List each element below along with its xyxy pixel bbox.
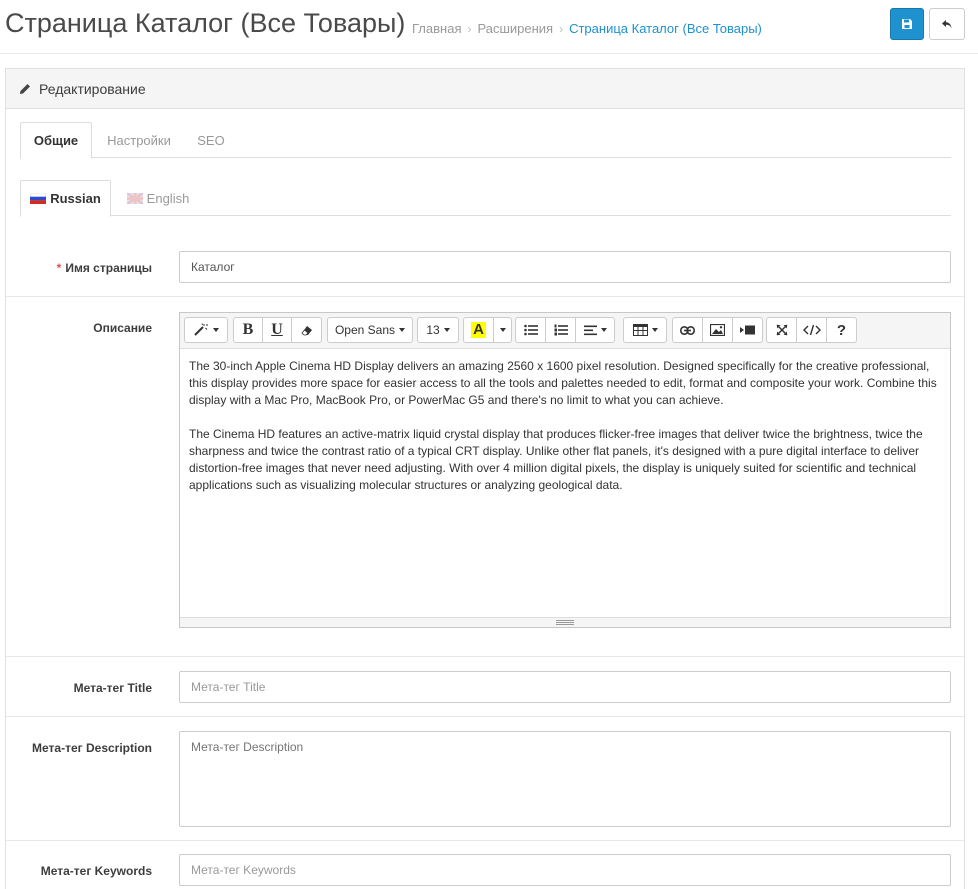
underline-icon: U <box>271 321 283 338</box>
image-icon <box>710 324 725 336</box>
font-color-dropdown[interactable] <box>493 317 512 343</box>
row-divider <box>6 296 964 297</box>
edit-panel: Редактирование Общие Настройки SEO Russi… <box>5 68 965 889</box>
description-paragraph: The Cinema HD features an active-matrix … <box>189 426 923 493</box>
video-button[interactable] <box>732 317 763 343</box>
tab-settings[interactable]: Настройки <box>99 122 179 158</box>
page-name-input[interactable]: Каталог <box>179 251 951 283</box>
breadcrumb: Главная › Расширения › Страница Каталог … <box>412 21 762 36</box>
save-icon <box>902 19 912 29</box>
tab-general[interactable]: Общие <box>20 122 92 159</box>
dropdown-caret <box>600 328 607 332</box>
dropdown-caret <box>499 328 506 332</box>
breadcrumb-separator: › <box>559 21 564 36</box>
page-header: Страница Каталог (Все Товары) Главная › … <box>0 0 978 54</box>
help-icon: ? <box>836 321 847 339</box>
meta-description-label: Мета-тег Description <box>32 741 152 755</box>
required-marker: * <box>56 261 62 275</box>
unordered-list-icon <box>523 324 538 336</box>
breadcrumb-separator: › <box>467 21 472 36</box>
breadcrumb-current[interactable]: Страница Каталог (Все Товары) <box>569 21 762 36</box>
ordered-list-icon <box>554 324 568 336</box>
editor-toolbar: B U Open Sans 13 A ? <box>180 313 950 349</box>
magic-wand-button[interactable] <box>184 317 228 343</box>
link-icon <box>680 325 695 335</box>
page-name-label: * Имя страницы <box>57 261 152 275</box>
table-icon <box>632 324 648 336</box>
bold-icon: B <box>242 321 254 338</box>
pencil-icon <box>19 83 31 95</box>
unordered-list-button[interactable] <box>515 317 546 343</box>
dropdown-caret <box>651 328 658 332</box>
ordered-list-button[interactable] <box>545 317 576 343</box>
tab-lang-russian[interactable]: Russian <box>20 180 111 217</box>
ru-flag-icon <box>30 193 47 204</box>
font-color-icon: A <box>471 321 486 338</box>
meta-keywords-label: Мета-тег Keywords <box>40 864 152 878</box>
dropdown-caret <box>213 328 219 332</box>
font-size-select[interactable]: 13 <box>417 317 459 343</box>
eraser-icon <box>300 325 312 335</box>
panel-title: Редактирование <box>39 80 146 97</box>
description-label: Описание <box>93 321 152 335</box>
breadcrumb-home[interactable]: Главная <box>412 21 461 36</box>
page-title: Страница Каталог (Все Товары) <box>5 8 406 38</box>
description-paragraph: The 30-inch Apple Cinema HD Display deli… <box>189 359 937 408</box>
editor-content[interactable]: The 30-inch Apple Cinema HD Display deli… <box>180 349 950 617</box>
code-view-icon <box>802 324 821 336</box>
image-button[interactable] <box>702 317 733 343</box>
tab-lang-label: English <box>146 190 190 206</box>
font-family-select[interactable]: Open Sans <box>327 317 413 343</box>
tab-seo[interactable]: SEO <box>188 122 234 158</box>
link-button[interactable] <box>672 317 703 343</box>
description-editor[interactable]: B U Open Sans 13 A ? The 30-inch Apple C… <box>179 312 951 628</box>
meta-title-input[interactable]: Мета-тег Title <box>179 671 951 703</box>
gb-flag-icon <box>126 192 143 204</box>
paragraph-align-icon <box>583 325 597 335</box>
font-size-value: 13 <box>426 323 440 337</box>
help-button[interactable]: ? <box>826 317 857 343</box>
meta-keywords-input[interactable]: Мета-тег Keywords <box>179 854 951 886</box>
page-name-label-text: Имя страницы <box>65 261 152 275</box>
row-divider <box>6 840 964 841</box>
font-family-value: Open Sans <box>334 323 396 337</box>
video-icon <box>740 325 755 335</box>
fullscreen-icon <box>775 324 788 336</box>
font-color-button[interactable]: A <box>463 317 494 343</box>
fullscreen-button[interactable] <box>766 317 797 343</box>
reply-icon <box>942 20 952 29</box>
row-divider <box>6 656 964 657</box>
paragraph-align-button[interactable] <box>575 317 615 343</box>
breadcrumb-extensions[interactable]: Расширения <box>477 21 553 36</box>
clear-format-button[interactable] <box>291 317 322 343</box>
row-divider <box>6 716 964 717</box>
main-tabs: Общие Настройки SEO <box>20 122 951 159</box>
editor-resize-handle[interactable] <box>180 617 950 627</box>
tab-lang-english[interactable]: English <box>120 180 196 216</box>
back-button[interactable] <box>929 8 965 40</box>
code-view-button[interactable] <box>796 317 827 343</box>
magic-wand-icon <box>194 323 208 336</box>
dropdown-caret <box>399 328 406 332</box>
table-button[interactable] <box>623 317 667 343</box>
language-tabs: Russian English <box>20 180 951 217</box>
panel-heading: Редактирование <box>6 69 964 109</box>
dropdown-caret <box>443 328 450 332</box>
bold-button[interactable]: B <box>233 317 263 343</box>
tab-lang-label: Russian <box>50 191 101 206</box>
save-button[interactable] <box>890 8 924 40</box>
meta-title-label: Мета-тег Title <box>73 681 152 695</box>
underline-button[interactable]: U <box>262 317 292 343</box>
meta-description-textarea[interactable] <box>179 731 951 827</box>
grip-icon <box>556 620 574 625</box>
